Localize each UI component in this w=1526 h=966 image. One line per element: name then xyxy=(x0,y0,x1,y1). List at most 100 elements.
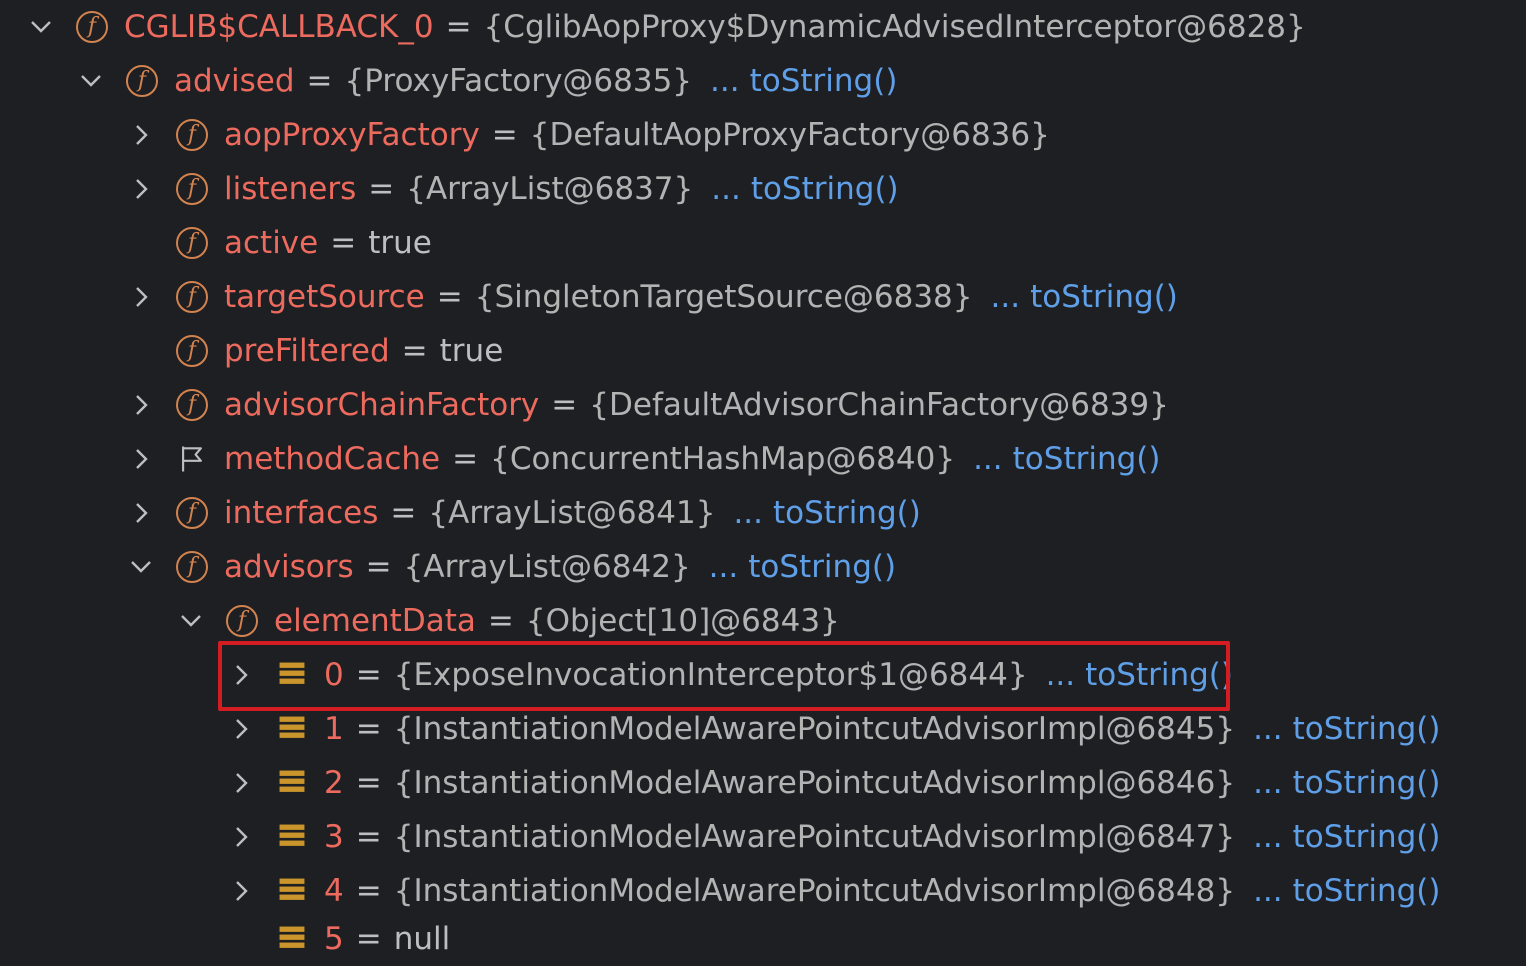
field-icon: f xyxy=(174,225,210,261)
tostring-link[interactable]: ... toString() xyxy=(711,171,898,207)
field-value: true xyxy=(439,333,504,369)
field-value: {DefaultAdvisorChainFactory@6839} xyxy=(589,387,1169,423)
debugger-variables-tree: f CGLIB$CALLBACK_0 = {CglibAopProxy$Dyna… xyxy=(0,0,1526,957)
chevron-down-icon[interactable] xyxy=(176,606,206,636)
tostring-label: toString() xyxy=(1292,711,1441,747)
tree-row-methodcache[interactable]: methodCache = {ConcurrentHashMap@6840} .… xyxy=(126,432,1160,486)
highlight-box xyxy=(218,641,1230,711)
tree-row-interfaces[interactable]: f interfaces = {ArrayList@6841} ... toStr… xyxy=(126,486,921,540)
chevron-right-icon[interactable] xyxy=(126,120,156,150)
field-icon: f xyxy=(174,117,210,153)
equals-sign: = xyxy=(401,333,428,369)
equals-sign: = xyxy=(306,63,333,99)
ellipsis: ... xyxy=(973,441,1003,477)
equals-sign: = xyxy=(355,921,382,957)
element-index: 3 xyxy=(324,819,344,855)
field-value: {DefaultAopProxyFactory@6836} xyxy=(529,117,1050,153)
tostring-link[interactable]: ... toString() xyxy=(733,495,920,531)
chevron-right-icon[interactable] xyxy=(226,822,256,852)
equals-sign: = xyxy=(355,765,382,801)
chevron-right-icon[interactable] xyxy=(126,282,156,312)
chevron-right-icon[interactable] xyxy=(126,444,156,474)
field-name: targetSource xyxy=(224,279,425,315)
tostring-link[interactable]: ... toString() xyxy=(710,63,897,99)
tree-row-advisors[interactable]: f advisors = {ArrayList@6842} ... toStrin… xyxy=(126,540,896,594)
tree-row-advisorchainfactory[interactable]: f advisorChainFactory = {DefaultAdvisorC… xyxy=(126,378,1169,432)
tostring-link[interactable]: ... toString() xyxy=(991,279,1178,315)
chevron-right-icon[interactable] xyxy=(226,768,256,798)
tostring-link[interactable]: ... toString() xyxy=(1253,873,1440,909)
ellipsis: ... xyxy=(990,279,1021,315)
tree-row-element-3[interactable]: 3 = {InstantiationModelAwarePointcutAdvi… xyxy=(226,810,1440,864)
equals-sign: = xyxy=(355,819,382,855)
field-value: {ArrayList@6842} xyxy=(403,549,691,585)
tostring-link[interactable]: ... toString() xyxy=(973,441,1160,477)
tree-row-advised[interactable]: f advised = {ProxyFactory@6835} ... toStr… xyxy=(76,54,897,108)
chevron-down-icon[interactable] xyxy=(26,12,56,42)
field-value: {InstantiationModelAwarePointcutAdvisorI… xyxy=(393,873,1236,909)
equals-sign: = xyxy=(452,441,479,477)
tostring-link[interactable]: ... toString() xyxy=(1253,765,1440,801)
chevron-right-icon[interactable] xyxy=(226,876,256,906)
field-icon: f xyxy=(224,603,260,639)
ellipsis: ... xyxy=(733,495,763,531)
equals-sign: = xyxy=(355,873,382,909)
element-index: 1 xyxy=(324,711,344,747)
field-icon: f xyxy=(174,549,210,585)
tostring-label: toString() xyxy=(750,171,899,207)
equals-sign: = xyxy=(368,171,395,207)
field-value: {InstantiationModelAwarePointcutAdvisorI… xyxy=(393,819,1236,855)
field-name: elementData xyxy=(274,603,476,639)
array-element-icon xyxy=(274,819,310,855)
chevron-right-icon[interactable] xyxy=(126,174,156,204)
tree-row-listeners[interactable]: f listeners = {ArrayList@6837} ... toStri… xyxy=(126,162,899,216)
tostring-link[interactable]: ... toString() xyxy=(1253,711,1440,747)
tree-row-targetsource[interactable]: f targetSource = {SingletonTargetSource@… xyxy=(126,270,1178,324)
field-value: {ArrayList@6837} xyxy=(406,171,694,207)
flag-icon xyxy=(174,441,210,477)
tree-row-cglib-callback[interactable]: f CGLIB$CALLBACK_0 = {CglibAopProxy$Dyna… xyxy=(26,0,1306,54)
field-icon: f xyxy=(74,9,110,45)
field-icon: f xyxy=(174,387,210,423)
field-icon: f xyxy=(174,333,210,369)
tostring-label: toString() xyxy=(773,495,921,531)
tree-row-element-5[interactable]: 5 = null xyxy=(226,912,450,966)
field-name: advisors xyxy=(224,549,354,585)
equals-sign: = xyxy=(445,9,472,45)
chevron-right-icon[interactable] xyxy=(226,714,256,744)
field-name: listeners xyxy=(224,171,357,207)
tree-row-aopproxyfactory[interactable]: f aopProxyFactory = {DefaultAopProxyFact… xyxy=(126,108,1050,162)
equals-sign: = xyxy=(330,225,357,261)
chevron-right-icon[interactable] xyxy=(126,498,156,528)
chevron-down-icon[interactable] xyxy=(126,552,156,582)
chevron-right-icon[interactable] xyxy=(126,390,156,420)
chevron-down-icon[interactable] xyxy=(76,66,106,96)
equals-sign: = xyxy=(365,549,392,585)
field-icon: f xyxy=(174,171,210,207)
tostring-link[interactable]: ... toString() xyxy=(709,549,896,585)
equals-sign: = xyxy=(491,117,518,153)
field-icon: f xyxy=(174,495,210,531)
element-index: 2 xyxy=(324,765,344,801)
tree-row-element-4[interactable]: 4 = {InstantiationModelAwarePointcutAdvi… xyxy=(226,864,1440,918)
ellipsis: ... xyxy=(708,549,739,585)
ellipsis: ... xyxy=(1253,765,1283,801)
field-value: {ArrayList@6841} xyxy=(428,495,716,531)
tree-row-element-2[interactable]: 2 = {InstantiationModelAwarePointcutAdvi… xyxy=(226,756,1440,810)
array-element-icon xyxy=(274,921,310,957)
field-name: advisorChainFactory xyxy=(224,387,540,423)
tostring-link[interactable]: ... toString() xyxy=(1253,819,1440,855)
tostring-label: toString() xyxy=(1292,873,1441,909)
tree-row-prefiltered[interactable]: f preFiltered = true xyxy=(126,324,503,378)
tostring-label: toString() xyxy=(1030,279,1178,315)
field-value: null xyxy=(393,921,451,957)
field-name: CGLIB$CALLBACK_0 xyxy=(124,9,434,45)
tree-row-elementdata[interactable]: f elementData = {Object[10]@6843} xyxy=(176,594,840,648)
field-value: {InstantiationModelAwarePointcutAdvisorI… xyxy=(393,711,1236,747)
field-name: advised xyxy=(174,63,295,99)
field-value: {ProxyFactory@6835} xyxy=(344,63,693,99)
ellipsis: ... xyxy=(1253,819,1283,855)
array-element-icon xyxy=(274,765,310,801)
tree-row-active[interactable]: f active = true xyxy=(126,216,432,270)
equals-sign: = xyxy=(390,495,417,531)
